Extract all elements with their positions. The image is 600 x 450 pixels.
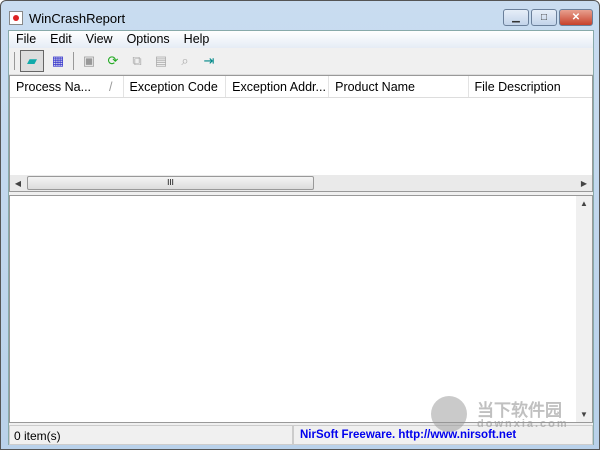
menu-edit[interactable]: Edit — [43, 31, 79, 48]
minimize-button[interactable]: ▁ — [503, 9, 529, 26]
refresh-icon[interactable]: ⟳ — [103, 51, 123, 71]
column-process-name[interactable]: Process Na... / — [10, 76, 124, 97]
column-file-description[interactable]: File Description — [469, 76, 592, 97]
horizontal-scrollbar[interactable]: ◀ III ▶ — [10, 175, 592, 191]
exit-icon[interactable]: ⇥ — [199, 51, 219, 71]
title-bar: WinCrashReport — [9, 8, 125, 28]
scroll-down-icon[interactable]: ▼ — [576, 410, 592, 419]
column-product-name[interactable]: Product Name — [329, 76, 469, 97]
properties-icon[interactable]: ▰ — [20, 50, 44, 72]
vertical-scrollbar[interactable]: ▲ ▼ — [576, 196, 592, 422]
menu-help[interactable]: Help — [177, 31, 217, 48]
column-exception-code[interactable]: Exception Code — [124, 76, 227, 97]
menu-file[interactable]: File — [9, 31, 43, 48]
column-exception-address[interactable]: Exception Addr... — [226, 76, 330, 97]
details-pane[interactable]: ▲ ▼ — [9, 195, 593, 423]
copy-icon[interactable]: ⧉ — [127, 51, 147, 71]
calendar-icon[interactable]: ▦ — [48, 51, 68, 71]
nirsoft-link[interactable]: NirSoft Freeware. http://www.nirsoft.net — [293, 425, 593, 445]
item-count: 0 item(s) — [9, 425, 293, 445]
scroll-right-icon[interactable]: ▶ — [576, 179, 592, 188]
menu-options[interactable]: Options — [120, 31, 177, 48]
scroll-left-icon[interactable]: ◀ — [10, 179, 26, 188]
maximize-button[interactable]: □ — [531, 9, 557, 26]
app-window: WinCrashReport ▁ □ ✕ File Edit View Opti… — [0, 0, 600, 450]
save-icon[interactable]: ▣ — [79, 51, 99, 71]
html-report-icon[interactable]: ▤ — [151, 51, 171, 71]
scroll-thumb[interactable]: III — [27, 176, 314, 190]
status-bar: 0 item(s) NirSoft Freeware. http://www.n… — [9, 425, 593, 445]
menu-view[interactable]: View — [79, 31, 120, 48]
app-icon — [9, 11, 23, 25]
close-button[interactable]: ✕ — [559, 9, 593, 26]
crash-list[interactable]: Process Na... / Exception Code Exception … — [9, 75, 593, 192]
find-icon[interactable]: ⌕ — [175, 51, 195, 71]
menu-bar: File Edit View Options Help — [9, 31, 593, 48]
window-title: WinCrashReport — [29, 10, 126, 26]
toolbar: ▰ ▦ ▣ ⟳ ⧉ ▤ ⌕ ⇥ — [9, 48, 593, 75]
scroll-up-icon[interactable]: ▲ — [576, 199, 592, 208]
